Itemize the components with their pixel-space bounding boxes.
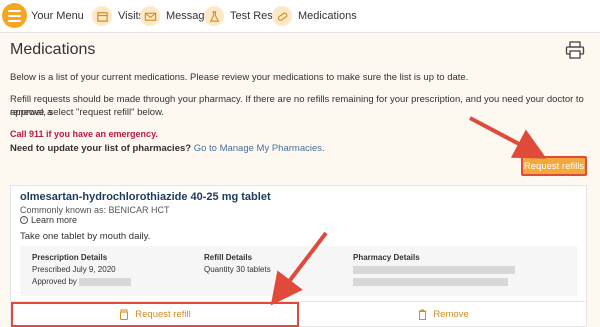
prescribed-date: Prescribed July 9, 2020	[32, 265, 116, 274]
top-nav: Your Menu Visits Messages Test Results M…	[0, 0, 600, 33]
prescription-header: Prescription Details	[32, 253, 108, 262]
nav-item-medications[interactable]: Medications	[272, 5, 357, 27]
manage-pharmacies-link[interactable]: Go to Manage My Pharmacies.	[194, 143, 325, 154]
medication-name: olmesartan-hydrochlorothiazide 40-25 mg …	[20, 191, 271, 203]
request-refill-button[interactable]: Request refill	[11, 302, 299, 327]
refill-header: Refill Details	[204, 253, 253, 262]
intro-text: Below is a list of your current medicati…	[10, 72, 469, 83]
known-as: Commonly known as: BENICAR HCT	[20, 205, 170, 215]
pharmacy-prompt: Need to update your list of pharmacies?	[10, 143, 192, 154]
remove-button[interactable]: Remove	[301, 302, 586, 327]
request-refill-label: Request refill	[135, 309, 191, 320]
approved-by-label: Approved by	[32, 277, 77, 286]
medication-card: olmesartan-hydrochlorothiazide 40-25 mg …	[10, 185, 587, 327]
learn-more-link[interactable]: i Learn more	[20, 215, 77, 225]
approved-by-row: Approved by	[32, 276, 132, 288]
prescription-details: Prescription Details Prescribed July 9, …	[32, 252, 132, 288]
trash-icon	[418, 309, 427, 320]
card-actions: Request refill Remove	[11, 301, 586, 327]
menu-icon[interactable]	[2, 3, 27, 28]
redacted-block	[353, 265, 515, 274]
envelope-icon	[140, 6, 160, 26]
redacted-block	[353, 277, 508, 286]
refill-details: Refill Details Quantity 30 tablets	[204, 252, 271, 276]
calendar-icon	[92, 6, 112, 26]
page-title: Medications	[10, 41, 96, 58]
nav-label-medications: Medications	[298, 10, 357, 22]
learn-more-label: Learn more	[31, 215, 78, 225]
request-refills-button[interactable]: Request refills	[521, 156, 587, 176]
refill-info-line-2: renewal, select "request refill" below.	[10, 107, 165, 118]
redacted-block	[79, 277, 132, 286]
pharmacy-details: Pharmacy Details	[353, 252, 515, 288]
nav-item-visits[interactable]: Visits	[92, 5, 144, 27]
instructions: Take one tablet by mouth daily.	[20, 231, 151, 242]
refill-quantity: Quantity 30 tablets	[204, 265, 271, 274]
remove-label: Remove	[433, 309, 469, 320]
pill-icon	[272, 6, 292, 26]
pill-bottle-icon	[120, 309, 129, 320]
details-box: Prescription Details Prescribed July 9, …	[20, 246, 577, 296]
flask-icon	[204, 6, 224, 26]
pharmacy-prompt-line: Need to update your list of pharmacies? …	[10, 142, 325, 155]
pharmacy-header: Pharmacy Details	[353, 253, 420, 262]
emergency-text: Call 911 if you have an emergency.	[10, 129, 158, 139]
your-menu-label[interactable]: Your Menu	[31, 10, 84, 22]
print-icon[interactable]	[565, 41, 585, 59]
info-icon: i	[20, 216, 28, 224]
